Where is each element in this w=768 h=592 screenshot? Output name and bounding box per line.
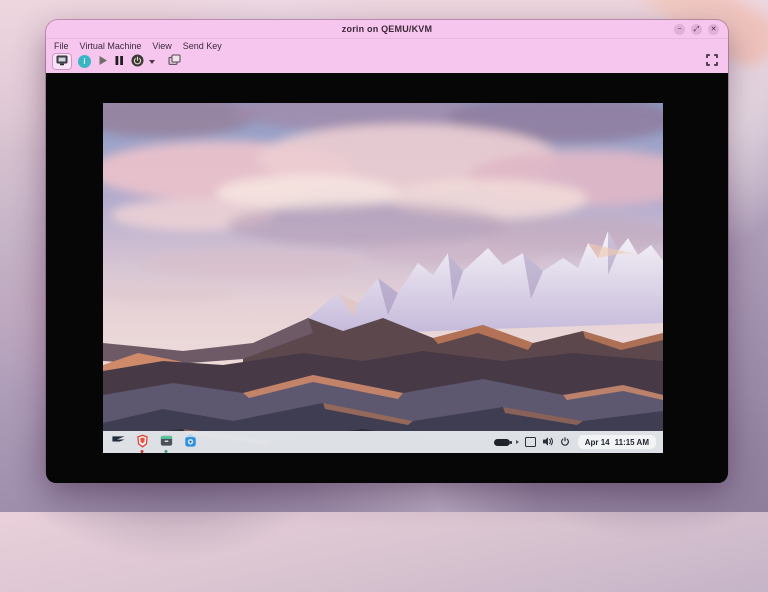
- tray-expander[interactable]: [516, 440, 519, 444]
- menu-virtual-machine[interactable]: Virtual Machine: [80, 41, 142, 51]
- zorin-taskbar: Apr 14 11:15 AM: [103, 431, 663, 453]
- battery-icon: [494, 439, 510, 446]
- power-icon: [560, 435, 570, 450]
- console-button[interactable]: [53, 54, 71, 69]
- running-indicator: [141, 450, 144, 453]
- running-indicator: [165, 450, 168, 453]
- maximize-button[interactable]: ⤢: [691, 24, 702, 35]
- fullscreen-icon: [706, 54, 718, 69]
- volume-button[interactable]: [542, 435, 554, 450]
- brave-icon: [135, 433, 150, 452]
- battery-indicator[interactable]: [494, 439, 510, 446]
- window-controls: − ⤢ ✕: [674, 24, 728, 35]
- vm-screen[interactable]: Apr 14 11:15 AM: [103, 103, 663, 453]
- maximize-icon: ⤢: [694, 26, 700, 33]
- window-title: zorin on QEMU/KVM: [46, 24, 728, 34]
- file-manager-icon: [159, 433, 174, 451]
- software-store-button[interactable]: [182, 434, 198, 450]
- speaker-icon: [542, 435, 554, 450]
- minimize-icon: −: [677, 26, 681, 33]
- details-button[interactable]: i: [78, 55, 91, 68]
- menu-file[interactable]: File: [54, 41, 69, 51]
- snapshots-icon: [168, 54, 181, 69]
- menu-send-key[interactable]: Send Key: [183, 41, 222, 51]
- menu-bar: File Virtual Machine View Send Key: [46, 39, 728, 52]
- monitor-icon: [56, 54, 68, 69]
- shutdown-menu-button[interactable]: [151, 60, 155, 64]
- caret-right-icon: [516, 440, 519, 444]
- vm-display-area: Apr 14 11:15 AM: [46, 73, 728, 483]
- software-store-icon: [183, 433, 198, 452]
- file-manager-button[interactable]: [158, 434, 174, 450]
- brave-browser-button[interactable]: [134, 434, 150, 450]
- shutdown-button[interactable]: [131, 54, 144, 70]
- power-icon: [131, 54, 144, 70]
- pause-button[interactable]: [115, 54, 124, 69]
- snapshots-button[interactable]: [168, 54, 181, 69]
- window-titlebar[interactable]: zorin on QEMU/KVM − ⤢ ✕: [46, 20, 728, 39]
- play-icon: [98, 54, 108, 69]
- clock-time: 11:15 AM: [615, 438, 649, 447]
- pause-icon: [115, 54, 124, 69]
- minimize-button[interactable]: −: [674, 24, 685, 35]
- menu-view[interactable]: View: [152, 41, 171, 51]
- display-settings-button[interactable]: [525, 437, 536, 447]
- close-icon: ✕: [711, 26, 717, 33]
- virt-manager-window: zorin on QEMU/KVM − ⤢ ✕ File Virtual Mac…: [46, 20, 728, 480]
- display-icon: [525, 437, 536, 447]
- clock-button[interactable]: Apr 14 11:15 AM: [578, 435, 656, 449]
- close-button[interactable]: ✕: [708, 24, 719, 35]
- clock-date: Apr 14: [585, 438, 610, 447]
- vm-wallpaper: [103, 103, 663, 453]
- zorin-logo-icon: [111, 433, 126, 451]
- session-power-button[interactable]: [560, 435, 570, 450]
- system-tray: Apr 14 11:15 AM: [494, 435, 656, 450]
- info-icon: i: [83, 55, 85, 68]
- zorin-menu-button[interactable]: [110, 434, 126, 450]
- fullscreen-button[interactable]: [706, 54, 718, 69]
- chevron-down-icon: [149, 60, 155, 64]
- run-button[interactable]: [98, 54, 108, 69]
- toolbar: i: [46, 52, 728, 73]
